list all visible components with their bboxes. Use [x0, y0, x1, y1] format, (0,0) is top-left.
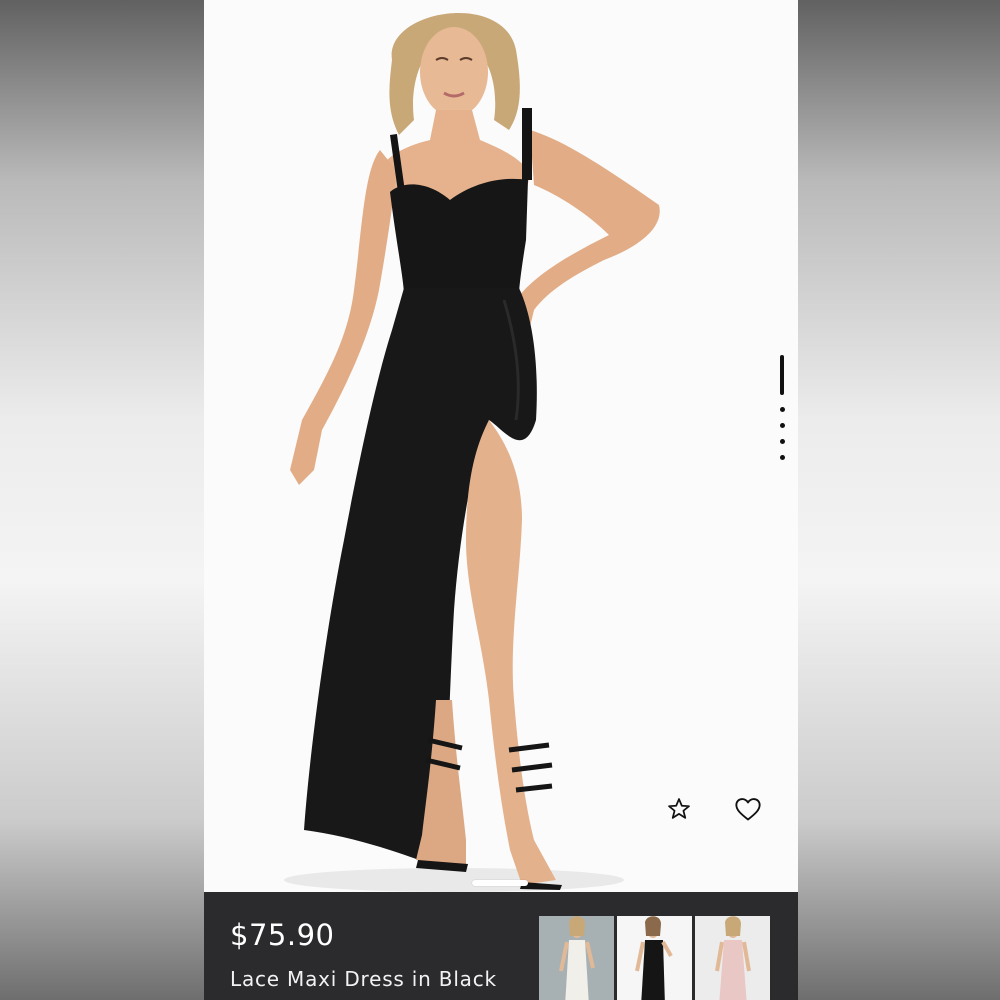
- image-pagination[interactable]: [777, 355, 787, 475]
- thumbnail-image: [617, 916, 692, 1000]
- home-indicator: [472, 880, 528, 886]
- product-screen: $75.90 Lace Maxi Dress in Black: [204, 0, 798, 1000]
- wishlist-button[interactable]: [730, 791, 766, 827]
- thumbnail-image: [695, 916, 770, 1000]
- heart-icon: [735, 798, 761, 821]
- product-info-bar: $75.90 Lace Maxi Dress in Black: [204, 892, 798, 1000]
- swatch-white[interactable]: [539, 916, 614, 1000]
- pagination-dot[interactable]: [780, 439, 785, 444]
- star-icon: [668, 798, 690, 819]
- swatch-pink[interactable]: [695, 916, 770, 1000]
- pagination-dot[interactable]: [780, 455, 785, 460]
- pagination-active-bar: [780, 355, 784, 395]
- pagination-dot[interactable]: [780, 423, 785, 428]
- model-illustration: [284, 12, 660, 892]
- thumbnail-image: [539, 916, 614, 1000]
- color-swatches: [539, 916, 770, 1000]
- swatch-black[interactable]: [617, 916, 692, 1000]
- right-backdrop: [798, 0, 1000, 1000]
- product-photo[interactable]: [204, 0, 798, 892]
- product-price: $75.90: [230, 918, 335, 952]
- left-backdrop: [0, 0, 205, 1000]
- product-name: Lace Maxi Dress in Black: [230, 967, 497, 991]
- favorite-button[interactable]: [661, 791, 697, 827]
- pagination-dot[interactable]: [780, 407, 785, 412]
